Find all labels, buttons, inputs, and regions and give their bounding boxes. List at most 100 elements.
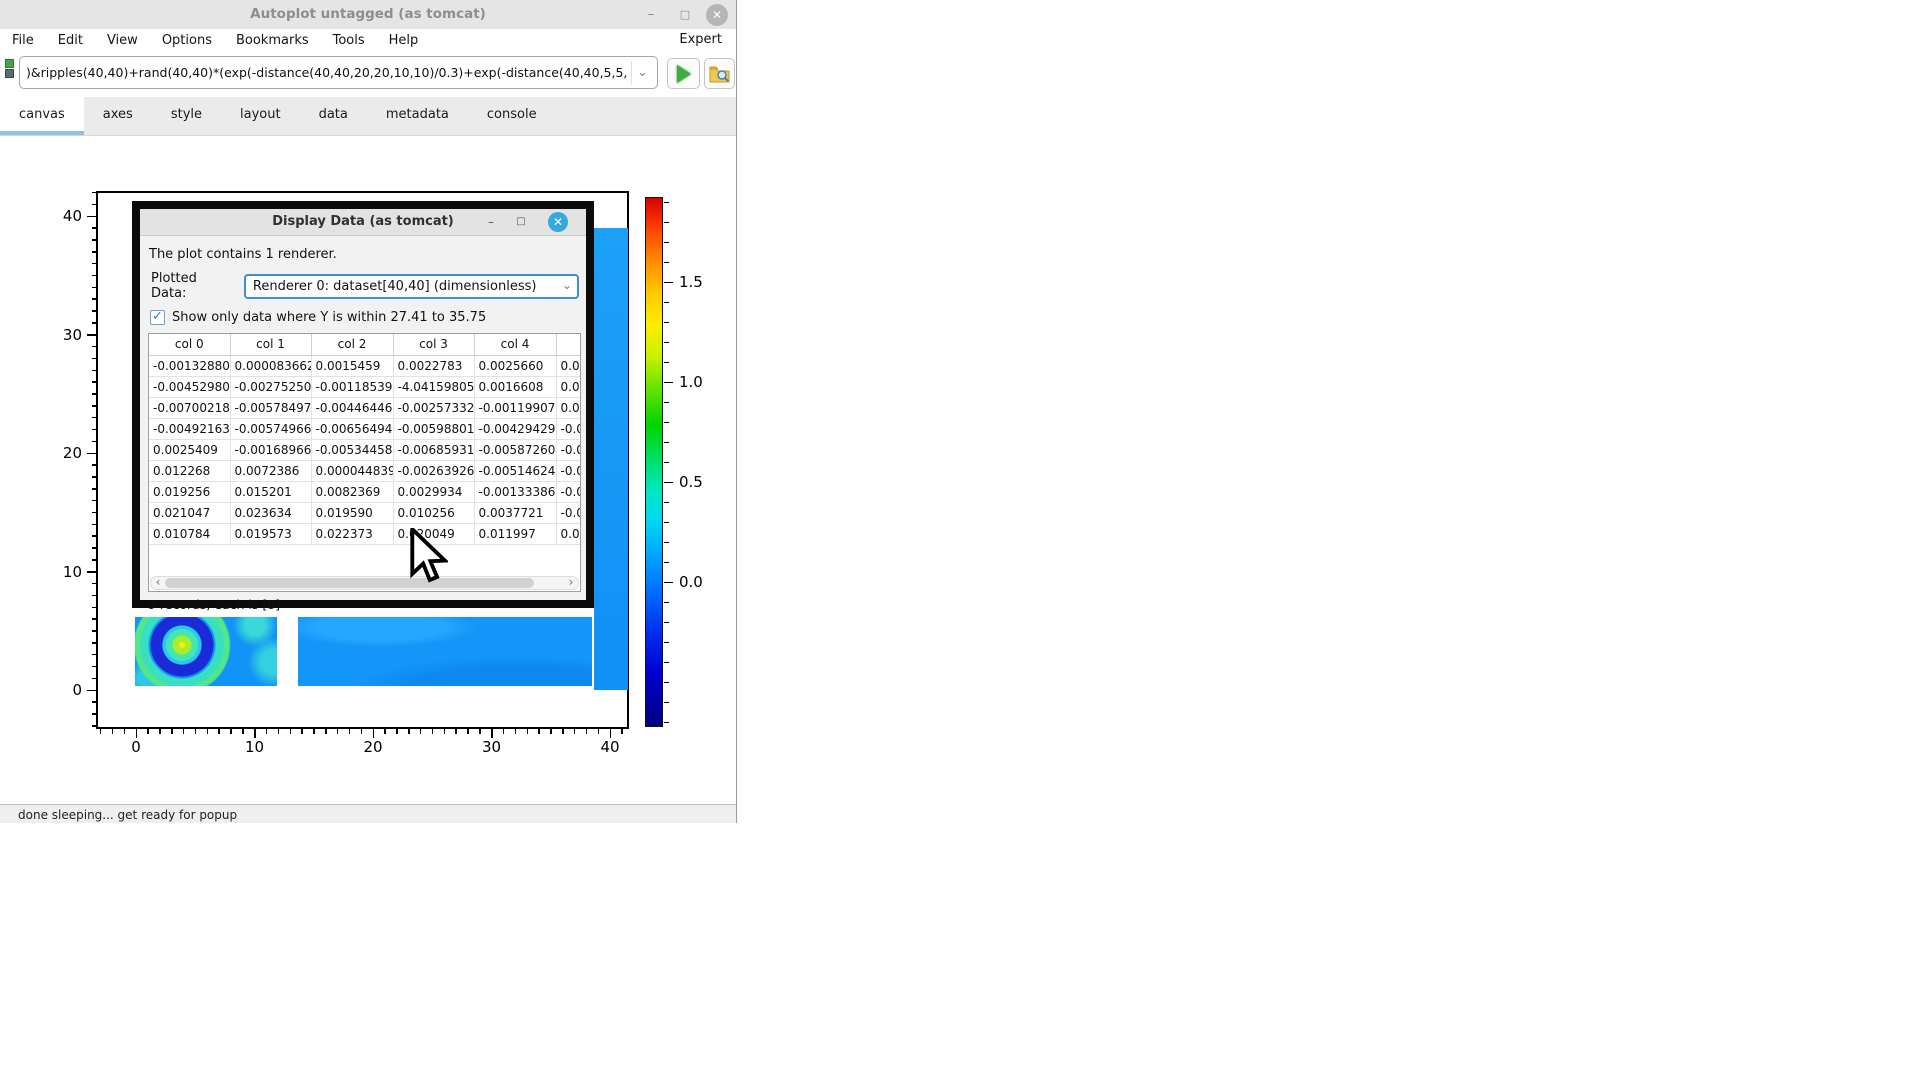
tab-console[interactable]: console bbox=[468, 97, 556, 135]
play-icon bbox=[677, 65, 691, 83]
column-header[interactable]: col 0 bbox=[149, 334, 230, 355]
table-row[interactable]: -0.00700218...-0.00578497...-0.00446446.… bbox=[149, 397, 581, 418]
scrollbar-thumb[interactable] bbox=[165, 578, 534, 588]
table-cell: 0.000044839 bbox=[311, 460, 393, 481]
dialog-titlebar[interactable]: Display Data (as tomcat) – □ ✕ bbox=[140, 209, 586, 236]
horizontal-scrollbar[interactable]: ‹ › bbox=[150, 576, 579, 590]
table-cell: -0.0 bbox=[556, 481, 581, 502]
uri-input[interactable]: )&ripples(40,40)+rand(40,40)*(exp(-dista… bbox=[26, 65, 627, 80]
x-tick bbox=[444, 729, 446, 734]
column-header[interactable]: col 1 bbox=[230, 334, 311, 355]
window-titlebar[interactable]: Autoplot untagged (as tomcat) – □ ✕ bbox=[0, 0, 736, 29]
dialog-minimize-icon[interactable]: – bbox=[481, 212, 501, 232]
table-row[interactable]: 0.0192560.0152010.00823690.0029934-0.001… bbox=[149, 481, 581, 502]
x-tick bbox=[337, 729, 339, 734]
tab-metadata[interactable]: metadata bbox=[367, 97, 468, 135]
colorbar-tick bbox=[664, 542, 669, 544]
menu-view[interactable]: View bbox=[107, 33, 138, 48]
x-tick bbox=[349, 729, 351, 734]
y-tick bbox=[92, 500, 97, 502]
column-header[interactable]: col 4 bbox=[474, 334, 556, 355]
heatmap-flat-tile bbox=[298, 617, 592, 686]
tab-axes[interactable]: axes bbox=[84, 97, 152, 135]
window-close-icon[interactable]: ✕ bbox=[706, 4, 728, 26]
table-cell: 0.015201 bbox=[230, 481, 311, 502]
menu-help[interactable]: Help bbox=[389, 33, 419, 48]
chevron-down-icon[interactable]: ⌄ bbox=[631, 61, 653, 85]
scroll-right-icon[interactable]: › bbox=[565, 577, 577, 589]
x-tick bbox=[195, 729, 197, 734]
x-tick bbox=[562, 729, 564, 734]
column-header[interactable]: col 3 bbox=[393, 334, 474, 355]
expert-mode-label[interactable]: Expert bbox=[679, 32, 722, 47]
table-cell: -0.00587260... bbox=[474, 439, 556, 460]
colorbar-tick bbox=[664, 582, 673, 584]
y-tick bbox=[92, 547, 97, 549]
uri-status-icon bbox=[5, 59, 14, 79]
uri-combobox[interactable]: )&ripples(40,40)+rand(40,40)*(exp(-dista… bbox=[19, 56, 658, 89]
y-tick bbox=[92, 595, 97, 597]
table-row[interactable]: 0.0122680.00723860.000044839-0.00263926.… bbox=[149, 460, 581, 481]
tab-canvas[interactable]: canvas bbox=[0, 97, 84, 135]
colorbar-tick bbox=[664, 622, 669, 624]
table-cell: -0.00578497... bbox=[230, 397, 311, 418]
menu-file[interactable]: File bbox=[12, 33, 34, 48]
colorbar-tick bbox=[664, 462, 669, 464]
y-tick bbox=[87, 453, 96, 455]
table-cell: -0.00598801... bbox=[393, 418, 474, 439]
colorbar-tick bbox=[664, 262, 669, 264]
y-tick bbox=[92, 666, 97, 668]
y-tick bbox=[92, 405, 97, 407]
table-row[interactable]: -0.00132880...0.0000836620.00154590.0022… bbox=[149, 355, 581, 376]
window-title: Autoplot untagged (as tomcat) bbox=[0, 6, 736, 22]
x-tick bbox=[100, 729, 102, 734]
table-row[interactable]: -0.00492163...-0.00574966...-0.00656494.… bbox=[149, 418, 581, 439]
colorbar-tick bbox=[664, 242, 669, 244]
table-cell: 0.0022783 bbox=[393, 355, 474, 376]
column-header[interactable] bbox=[556, 334, 581, 355]
table-row[interactable]: 0.0025409-0.00168966...-0.00534458...-0.… bbox=[149, 439, 581, 460]
table-row[interactable]: -0.00452980...-0.00275250...-0.00118539.… bbox=[149, 376, 581, 397]
table-row[interactable]: 0.0210470.0236340.0195900.0102560.003772… bbox=[149, 502, 581, 523]
dialog-maximize-icon[interactable]: □ bbox=[511, 212, 531, 232]
x-tick bbox=[598, 729, 600, 734]
window-minimize-icon[interactable]: – bbox=[640, 4, 662, 26]
tab-data[interactable]: data bbox=[300, 97, 367, 135]
column-header[interactable]: col 2 bbox=[311, 334, 393, 355]
window-maximize-icon[interactable]: □ bbox=[674, 4, 696, 26]
menu-options[interactable]: Options bbox=[162, 33, 212, 48]
colorbar-tick bbox=[664, 282, 673, 284]
x-tick bbox=[147, 729, 149, 734]
tab-style[interactable]: style bbox=[152, 97, 221, 135]
y-tick bbox=[92, 607, 97, 609]
scroll-left-icon[interactable]: ‹ bbox=[152, 577, 164, 589]
y-tick bbox=[87, 334, 96, 336]
table-cell: 0.011997 bbox=[474, 523, 556, 544]
x-tick bbox=[455, 729, 457, 734]
y-tick bbox=[92, 192, 97, 194]
y-tick bbox=[92, 251, 97, 253]
filter-checkbox[interactable]: ✓ bbox=[150, 310, 165, 325]
table-cell: -0.00492163... bbox=[149, 418, 230, 439]
menu-edit[interactable]: Edit bbox=[58, 33, 83, 48]
dialog-close-icon[interactable]: ✕ bbox=[548, 212, 568, 232]
table-cell: 0.0037721 bbox=[474, 502, 556, 523]
table-cell: 0.0016608 bbox=[474, 376, 556, 397]
y-tick bbox=[92, 370, 97, 372]
y-tick bbox=[92, 476, 97, 478]
y-tick bbox=[92, 358, 97, 360]
folder-magnifier-icon bbox=[709, 65, 730, 83]
plotted-data-combobox[interactable]: Renderer 0: dataset[40,40] (dimensionles… bbox=[244, 274, 579, 299]
menu-tools[interactable]: Tools bbox=[333, 33, 365, 48]
table-cell: 0.0082369 bbox=[311, 481, 393, 502]
menu-bookmarks[interactable]: Bookmarks bbox=[236, 33, 309, 48]
table-cell: -4.04159805... bbox=[393, 376, 474, 397]
go-button[interactable] bbox=[667, 58, 700, 89]
display-data-dialog: Display Data (as tomcat) – □ ✕ The plot … bbox=[132, 201, 594, 608]
inspect-file-button[interactable] bbox=[704, 58, 735, 89]
table-cell: -0.00574966... bbox=[230, 418, 311, 439]
y-tick bbox=[92, 583, 97, 585]
tab-layout[interactable]: layout bbox=[221, 97, 300, 135]
table-row[interactable]: 0.0107840.0195730.0223730.0200490.011997… bbox=[149, 523, 581, 544]
heatmap-strip-right bbox=[594, 228, 628, 690]
